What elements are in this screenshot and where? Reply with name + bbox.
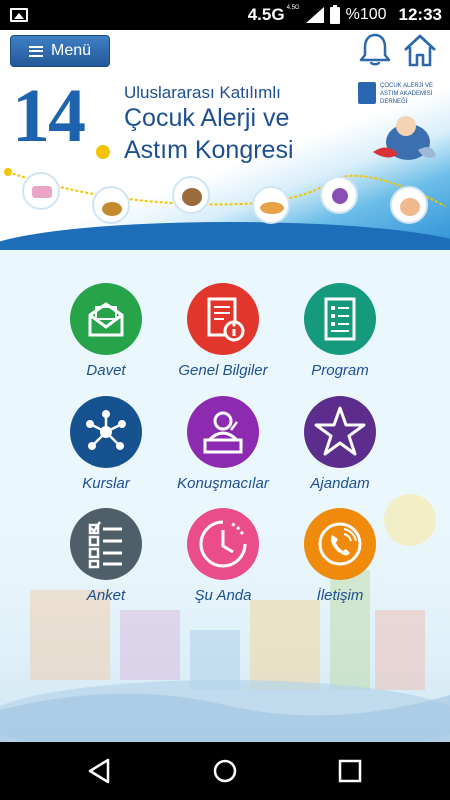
virus-bubble-icon	[320, 176, 358, 214]
bell-icon[interactable]	[358, 32, 392, 68]
menu-item-anket[interactable]: Anket	[46, 508, 166, 608]
recent-apps-icon[interactable]	[320, 742, 380, 800]
menu-item-ajandam[interactable]: Ajandam	[280, 396, 400, 496]
envelope-icon	[70, 283, 142, 355]
menu-item-label: Davet	[86, 362, 126, 379]
info-document-icon	[187, 283, 259, 355]
banner-illustration-strip	[0, 160, 450, 230]
status-bar: 4.5G 4.5G %100 12:33	[0, 0, 450, 30]
network-type: 4.5G	[247, 5, 285, 24]
battery-icon	[329, 4, 340, 24]
banner-title-line1: Çocuk Alerji ve	[124, 104, 290, 132]
app-bar: Menü	[0, 30, 450, 72]
menu-item-kurslar[interactable]: Kurslar	[46, 396, 166, 496]
menu-button-label: Menü	[50, 42, 92, 59]
menu-item-label: İletişim	[316, 587, 364, 604]
association-logo-text: ÇOCUK ALERJİ VE ASTIM AKADEMİSİ DERNEĞİ	[380, 83, 434, 105]
menu-button[interactable]: Menü	[10, 35, 110, 67]
association-logo-icon	[358, 82, 376, 104]
food-bubble-icon	[252, 186, 290, 224]
home-circle-icon[interactable]	[195, 742, 255, 800]
dotted-path-line	[4, 168, 446, 207]
android-navigation-bar	[0, 742, 450, 800]
image-notification-icon	[10, 8, 28, 22]
menu-item-label: Konuşmacılar	[177, 475, 269, 492]
menu-item-konusmacilar[interactable]: Konuşmacılar	[163, 396, 283, 496]
clock-time: 12:33	[398, 5, 442, 24]
menu-item-program[interactable]: Program	[280, 283, 400, 383]
battery-percentage: %100	[345, 6, 387, 23]
star-icon	[304, 396, 376, 468]
bee-flower-bubble-icon	[92, 186, 130, 224]
menu-item-iletisim[interactable]: İletişim	[280, 508, 400, 608]
menu-item-davet[interactable]: Davet	[46, 283, 166, 383]
hamburger-icon	[28, 45, 43, 57]
menu-item-su-anda[interactable]: Şu Anda	[163, 508, 283, 608]
menu-item-label: Anket	[86, 587, 126, 604]
menu-item-label: Kurslar	[82, 475, 130, 492]
home-icon[interactable]	[402, 32, 438, 68]
checklist-icon	[70, 508, 142, 580]
medicine-bubble-icon	[22, 172, 60, 210]
children-bubble-icon	[390, 186, 428, 224]
network-icon	[70, 396, 142, 468]
banner-number-dot	[96, 145, 110, 159]
menu-item-label: Genel Bilgiler	[178, 362, 268, 379]
mascot-illustration	[373, 116, 436, 160]
banner-subtitle: Uluslararası Katılımlı	[124, 83, 281, 102]
clock-icon	[187, 508, 259, 580]
menu-item-genel-bilgiler[interactable]: Genel Bilgiler	[163, 283, 283, 383]
menu-item-label: Ajandam	[310, 475, 370, 492]
banner-number: 14	[12, 74, 86, 158]
menu-item-label: Program	[311, 362, 369, 379]
back-icon[interactable]	[70, 742, 130, 800]
phone-icon	[304, 508, 376, 580]
menu-item-label: Şu Anda	[194, 587, 252, 604]
status-indicators: 4.5G 4.5G %100 12:33	[248, 0, 442, 30]
signal-icon	[305, 7, 324, 23]
speaker-icon	[187, 396, 259, 468]
association-logo: ÇOCUK ALERJİ VE ASTIM AKADEMİSİ DERNEĞİ	[358, 82, 442, 172]
document-list-icon	[304, 283, 376, 355]
network-sub-label: 4.5G	[286, 5, 300, 11]
dog-bubble-icon	[172, 176, 210, 214]
